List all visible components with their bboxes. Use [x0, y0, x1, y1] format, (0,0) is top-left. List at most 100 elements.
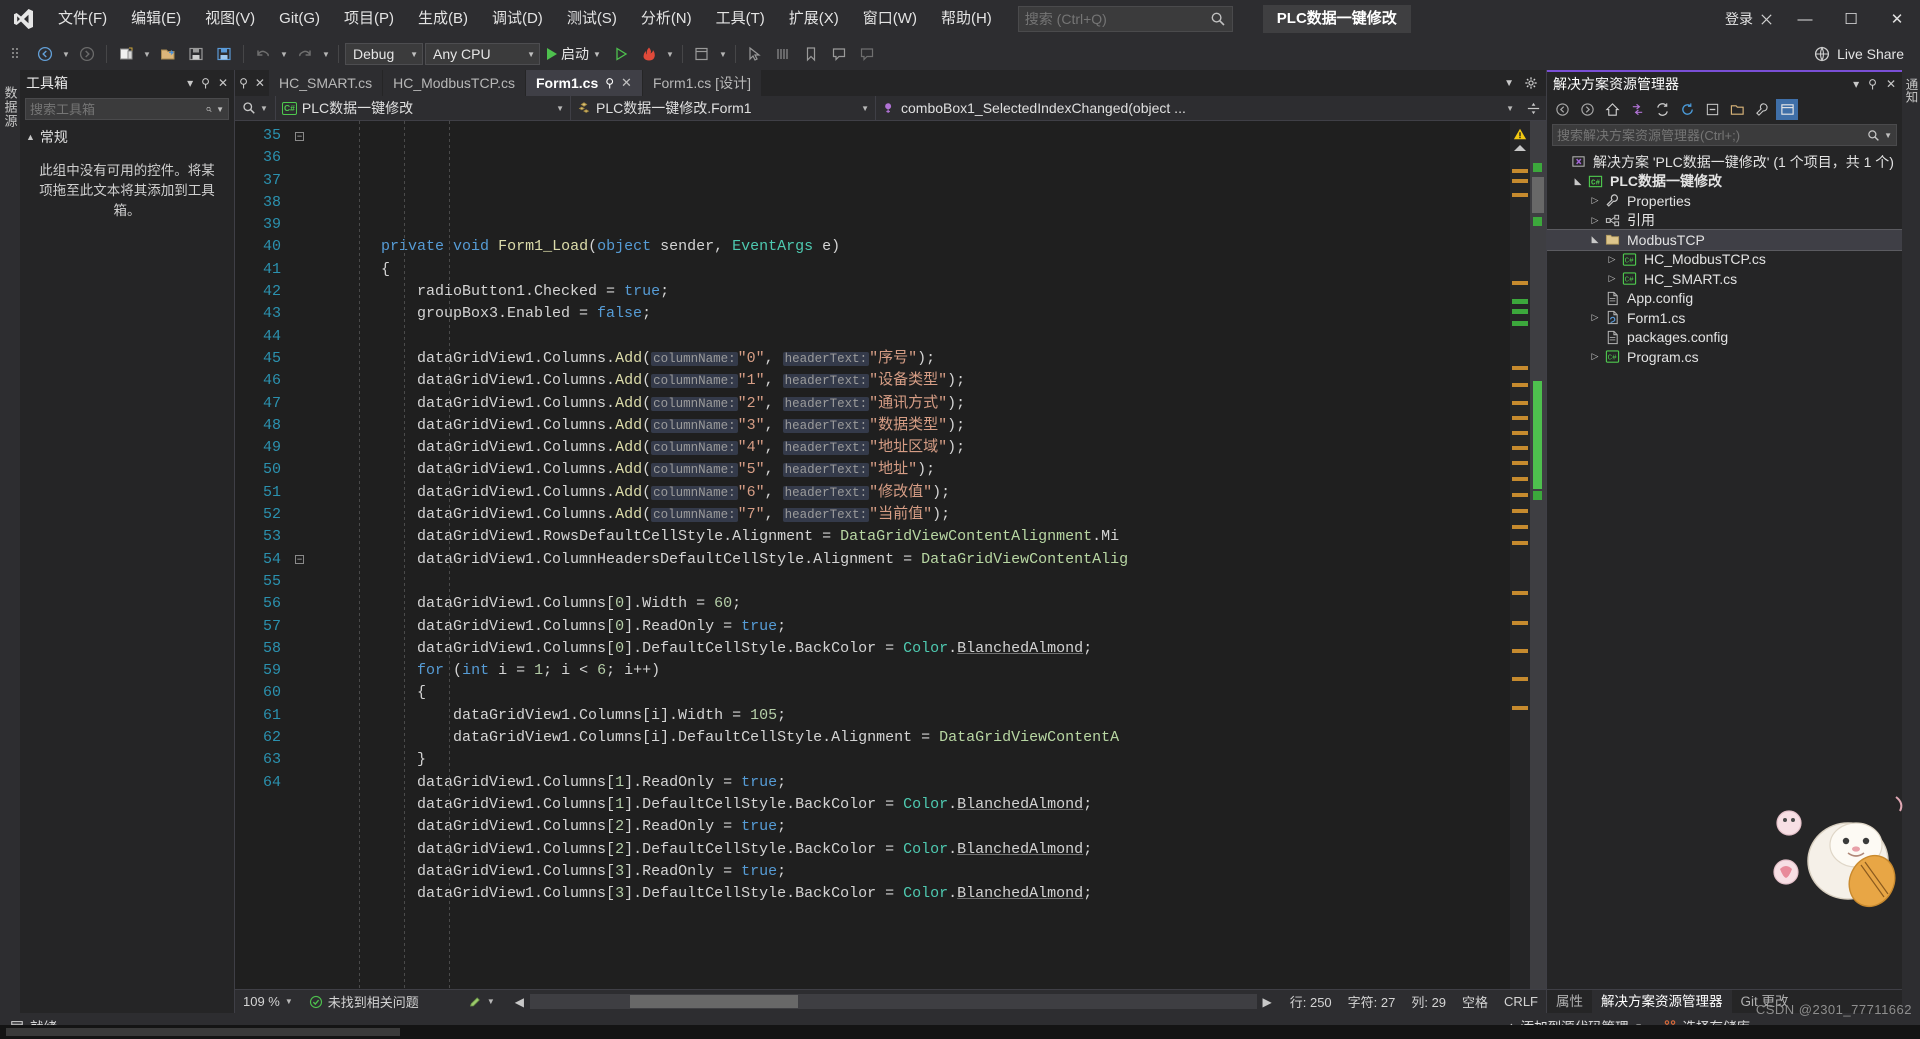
preview-changes-icon[interactable] — [689, 42, 715, 66]
platform-combo[interactable]: Any CPU ▼ — [425, 43, 540, 65]
preview-selected-items-icon[interactable] — [1776, 98, 1798, 120]
chevron-down-icon-3[interactable]: ▼ — [593, 50, 601, 59]
preview-dropdown-icon[interactable]: ▼ — [717, 42, 729, 66]
tree-item-5[interactable]: ▷ C# HC_ModbusTCP.cs — [1547, 250, 1902, 270]
pin-icon[interactable]: ⚲ — [239, 76, 248, 90]
navbar-search-control[interactable]: ▼ — [235, 101, 275, 115]
navbar-search-dropdown-icon[interactable]: ▼ — [260, 104, 268, 113]
code-line[interactable]: dataGridView1.Columns[0].ReadOnly = true… — [309, 616, 1510, 638]
tree-item-8[interactable]: ▷ Form1.cs — [1547, 308, 1902, 328]
code-line[interactable]: dataGridView1.Columns[1].ReadOnly = true… — [309, 772, 1510, 794]
warning-icon[interactable] — [1513, 127, 1527, 144]
sln-search-dropdown-icon[interactable]: ▼ — [1884, 131, 1892, 140]
menu-help[interactable]: 帮助(H) — [929, 0, 1004, 38]
code-editor[interactable]: 35 36 37 38 39 40 41 42 43 44 45 46 47 48 49 50 51 52 53 54… — [235, 121, 1546, 989]
undo-dropdown-icon[interactable]: ▼ — [278, 42, 290, 66]
comment-icon[interactable] — [826, 42, 852, 66]
select-tool-icon[interactable] — [742, 42, 768, 66]
uncomment-icon[interactable] — [854, 42, 880, 66]
code-line[interactable]: groupBox3.Enabled = false; — [309, 303, 1510, 325]
tab-overflow-icon[interactable]: ▼ — [1504, 78, 1514, 89]
bookmark-icon[interactable] — [798, 42, 824, 66]
chevron-right-icon[interactable]: ▷ — [1587, 351, 1603, 362]
menu-project[interactable]: 项目(P) — [332, 0, 406, 38]
fold-gutter[interactable]: − − — [291, 121, 309, 989]
new-project-dropdown-icon[interactable]: ▼ — [141, 42, 153, 66]
solution-explorer-pin-icon[interactable]: ⚲ — [1868, 77, 1877, 91]
toolbox-pin-icon[interactable]: ⚲ — [201, 76, 210, 90]
menu-build[interactable]: 生成(B) — [406, 0, 480, 38]
hscroll-right-arrow-icon[interactable]: ▶ — [1263, 995, 1272, 1009]
maximize-button[interactable]: ☐ — [1828, 0, 1874, 38]
code-line[interactable]: dataGridView1.Columns.Add(columnName: "0"… — [309, 348, 1510, 370]
code-line[interactable]: dataGridView1.Columns.Add(columnName: "2"… — [309, 393, 1510, 415]
indentation-indicator[interactable]: 空格 — [1454, 992, 1496, 1011]
code-line[interactable]: for (int i = 1; i < 6; i++) — [309, 660, 1510, 682]
global-search-input[interactable] — [1024, 11, 1210, 27]
scroll-up-arrow-icon[interactable] — [1514, 145, 1526, 151]
toolbar-options-icon[interactable] — [4, 42, 30, 66]
scrollbar-thumb[interactable] — [1532, 177, 1544, 213]
code-line[interactable]: dataGridView1.Columns[i].DefaultCellStyl… — [309, 727, 1510, 749]
configuration-combo[interactable]: Debug ▼ — [345, 43, 423, 65]
start-without-debugging-icon[interactable] — [608, 42, 634, 66]
gear-icon[interactable] — [1524, 76, 1538, 90]
chevron-right-icon[interactable]: ▷ — [1587, 312, 1603, 323]
menu-bar[interactable]: 文件(F) 编辑(E) 视图(V) Git(G) 项目(P) 生成(B) 调试(… — [46, 0, 1004, 38]
hot-reload-icon[interactable] — [636, 42, 662, 66]
sync-with-active-document-icon[interactable] — [1651, 99, 1673, 120]
tree-item-2[interactable]: ▷ Properties — [1547, 191, 1902, 211]
undo-icon[interactable] — [250, 42, 276, 66]
menu-tools[interactable]: 工具(T) — [704, 0, 777, 38]
tab-bar-left-controls[interactable]: ⚲ ✕ — [235, 70, 269, 96]
tree-item-0[interactable]: 解决方案 'PLC数据一键修改' (1 个项目，共 1 个) — [1547, 152, 1902, 172]
solution-explorer-search-input[interactable] — [1557, 127, 1868, 143]
close-icon[interactable]: ✕ — [255, 76, 265, 90]
pen-dropdown-icon[interactable]: ▼ — [487, 997, 495, 1006]
navigate-back-dropdown-icon[interactable]: ▼ — [60, 42, 72, 66]
menu-window[interactable]: 窗口(W) — [851, 0, 929, 38]
back-icon[interactable] — [1551, 99, 1573, 120]
navigate-back-icon[interactable] — [32, 42, 58, 66]
navbar-type-combo[interactable]: PLC数据一键修改.Form1 ▼ — [570, 95, 875, 121]
menu-analyze[interactable]: 分析(N) — [629, 0, 704, 38]
code-line[interactable]: } — [309, 749, 1510, 771]
menu-debug[interactable]: 调试(D) — [480, 0, 555, 38]
redo-dropdown-icon[interactable]: ▼ — [320, 42, 332, 66]
tab-form1-cs[interactable]: Form1.cs ⚲ ✕ — [526, 70, 642, 96]
tree-item-9[interactable]: packages.config — [1547, 328, 1902, 348]
code-line[interactable]: radioButton1.Checked = true; — [309, 281, 1510, 303]
code-line[interactable] — [309, 571, 1510, 593]
code-line[interactable] — [309, 326, 1510, 348]
code-line[interactable]: private void Form1_Load(object sender, E… — [309, 236, 1510, 258]
menu-view[interactable]: 视图(V) — [193, 0, 267, 38]
live-share-button[interactable]: Live Share — [1802, 46, 1916, 62]
code-line[interactable]: { — [309, 259, 1510, 281]
fold-toggle[interactable]: − — [291, 549, 309, 571]
editor-vertical-scrollbar[interactable] — [1530, 121, 1546, 989]
navbar-member-combo[interactable]: comboBox1_SelectedIndexChanged(object ..… — [875, 95, 1520, 121]
tree-item-1[interactable]: ◢ C# PLC数据一键修改 — [1547, 172, 1902, 192]
code-line[interactable]: dataGridView1.Columns[i].Width = 105; — [309, 705, 1510, 727]
new-project-icon[interactable] — [113, 42, 139, 66]
tree-item-6[interactable]: ▷ C# HC_SMART.cs — [1547, 269, 1902, 289]
solution-explorer-search-box[interactable]: ▼ — [1552, 124, 1897, 146]
tree-item-3[interactable]: ▷ 引用 — [1547, 211, 1902, 231]
line-ending-indicator[interactable]: CRLF — [1496, 994, 1546, 1009]
code-line[interactable]: dataGridView1.Columns[3].DefaultCellStyl… — [309, 883, 1510, 905]
tab-solution-explorer[interactable]: 解决方案资源管理器 — [1592, 989, 1732, 1014]
code-line[interactable]: dataGridView1.ColumnHeadersDefaultCellSt… — [309, 549, 1510, 571]
tab-pin-icon[interactable]: ⚲ — [605, 76, 614, 90]
chevron-right-icon[interactable]: ▷ — [1587, 215, 1603, 226]
code-line[interactable]: dataGridView1.Columns.Add(columnName: "4"… — [309, 437, 1510, 459]
notifications-tab[interactable]: 通知 — [1902, 78, 1920, 103]
tab-hc-modbustcp[interactable]: HC_ModbusTCP.cs — [383, 70, 525, 96]
code-text[interactable]: private void Form1_Load(object sender, E… — [309, 121, 1510, 989]
code-line[interactable]: dataGridView1.Columns[3].ReadOnly = true… — [309, 861, 1510, 883]
collapse-all-icon[interactable] — [1701, 99, 1723, 120]
toolbox-dropdown-icon[interactable]: ▾ — [187, 76, 193, 90]
chevron-right-icon[interactable]: ▷ — [1604, 273, 1620, 284]
code-line[interactable]: dataGridView1.Columns[2].ReadOnly = true… — [309, 816, 1510, 838]
toolbox-search-input[interactable] — [30, 101, 206, 117]
code-line[interactable]: dataGridView1.Columns.Add(columnName: "5"… — [309, 459, 1510, 481]
